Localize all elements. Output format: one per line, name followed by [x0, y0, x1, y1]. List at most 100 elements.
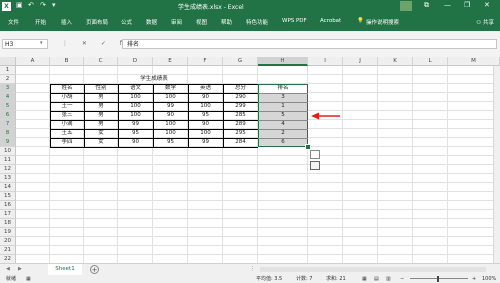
row-header-20[interactable]: 20 [0, 237, 16, 246]
row-header-1[interactable]: 1 [0, 66, 16, 75]
table-cell[interactable]: 100 [153, 120, 188, 129]
table-cell[interactable]: 284 [223, 138, 258, 147]
tab-help[interactable]: 帮助 [221, 18, 232, 26]
table-cell[interactable]: 100 [188, 102, 223, 111]
customize-icon[interactable]: ▾ [52, 1, 56, 9]
row-header-15[interactable]: 15 [0, 192, 16, 201]
next-sheet-icon[interactable]: ▶ [18, 266, 22, 272]
page-layout-view-icon[interactable]: ▤ [374, 275, 379, 283]
table-cell[interactable]: 95 [118, 129, 153, 138]
row-header-21[interactable]: 21 [0, 246, 16, 255]
table-cell[interactable]: 男 [84, 111, 118, 120]
table-cell[interactable]: 99 [118, 120, 153, 129]
column-header-k[interactable]: K [378, 57, 413, 66]
tab-file[interactable]: 文件 [8, 18, 19, 26]
table-cell[interactable]: 290 [223, 93, 258, 102]
row-header-11[interactable]: 11 [0, 156, 16, 165]
header-cell[interactable]: 语文 [118, 84, 153, 93]
table-cell[interactable]: 90 [188, 120, 223, 129]
table-cell[interactable]: 90 [188, 93, 223, 102]
tab-home[interactable]: 开始 [35, 18, 46, 26]
row-header-10[interactable]: 10 [0, 147, 16, 156]
column-header-m[interactable]: M [448, 57, 500, 66]
table-cell[interactable]: 王一 [50, 102, 84, 111]
row-header-6[interactable]: 6 [0, 111, 16, 120]
select-all-corner[interactable] [0, 57, 16, 66]
zoom-slider-thumb[interactable] [437, 276, 439, 282]
row-header-2[interactable]: 2 [0, 75, 16, 84]
table-cell[interactable]: 99 [153, 102, 188, 111]
column-header-l[interactable]: L [413, 57, 448, 66]
table-cell[interactable]: 100 [153, 129, 188, 138]
table-cell[interactable]: 100 [118, 102, 153, 111]
row-header-22[interactable]: 22 [0, 255, 16, 263]
row-header-18[interactable]: 18 [0, 219, 16, 228]
horizontal-scrollbar[interactable] [260, 267, 486, 272]
redo-icon[interactable]: ↷ [40, 1, 46, 9]
column-header-f[interactable]: F [188, 57, 223, 66]
table-cell[interactable]: 90 [118, 138, 153, 147]
table-cell[interactable]: 95 [153, 138, 188, 147]
header-cell[interactable]: 英语 [188, 84, 223, 93]
row-header-4[interactable]: 4 [0, 93, 16, 102]
share-button[interactable]: ⚇ 共享 [476, 18, 494, 26]
zoom-out-icon[interactable]: − [400, 275, 404, 283]
table-cell[interactable]: 295 [223, 129, 258, 138]
name-box-dropdown-icon[interactable]: ▾ [40, 40, 43, 46]
table-cell[interactable]: 女 [84, 138, 118, 147]
normal-view-icon[interactable]: ▦ [362, 275, 367, 283]
zoom-slider[interactable] [410, 278, 468, 279]
column-header-c[interactable]: C [84, 57, 118, 66]
close-icon[interactable]: ✕ [484, 1, 490, 9]
row-header-16[interactable]: 16 [0, 201, 16, 210]
row-header-17[interactable]: 17 [0, 210, 16, 219]
row-header-7[interactable]: 7 [0, 120, 16, 129]
table-cell[interactable]: 100 [118, 93, 153, 102]
column-header-e[interactable]: E [153, 57, 188, 66]
header-cell[interactable]: 数学 [153, 84, 188, 93]
tab-data[interactable]: 数据 [146, 18, 157, 26]
prev-sheet-icon[interactable]: ◀ [6, 266, 10, 272]
ribbon-display-icon[interactable]: ⧉ [424, 1, 429, 10]
tab-review[interactable]: 审阅 [171, 18, 182, 26]
tab-features[interactable]: 特色功能 [246, 18, 268, 26]
minimize-icon[interactable]: — [444, 1, 451, 9]
table-cell[interactable]: 95 [188, 111, 223, 120]
column-header-d[interactable]: D [118, 57, 153, 66]
undo-icon[interactable]: ↶ [28, 1, 34, 9]
table-cell[interactable]: 289 [223, 120, 258, 129]
column-header-i[interactable]: I [308, 57, 343, 66]
header-cell[interactable]: 性别 [84, 84, 118, 93]
row-header-5[interactable]: 5 [0, 102, 16, 111]
tell-me-search[interactable]: 操作说明搜索 [366, 18, 399, 26]
table-cell[interactable]: 100 [118, 111, 153, 120]
tab-insert[interactable]: 插入 [61, 18, 72, 26]
header-cell[interactable]: 总分 [223, 84, 258, 93]
tab-wps-pdf[interactable]: WPS PDF [282, 18, 307, 24]
table-cell[interactable]: 299 [223, 102, 258, 111]
table-cell[interactable]: 王五 [50, 129, 84, 138]
table-cell[interactable]: 小胡 [50, 93, 84, 102]
table-cell[interactable]: 99 [188, 138, 223, 147]
restore-icon[interactable]: ❐ [464, 1, 470, 9]
column-header-a[interactable]: A [16, 57, 50, 66]
table-cell[interactable]: 李四 [50, 138, 84, 147]
tab-split-handle-icon[interactable]: ⋮ [250, 266, 255, 272]
page-break-view-icon[interactable]: ▥ [386, 275, 391, 283]
row-header-13[interactable]: 13 [0, 174, 16, 183]
column-header-j[interactable]: J [343, 57, 378, 66]
column-header-g[interactable]: G [223, 57, 258, 66]
table-cell[interactable]: 张三 [50, 111, 84, 120]
table-cell[interactable]: 女 [84, 129, 118, 138]
zoom-level[interactable]: 100% [482, 275, 496, 283]
table-cell[interactable]: 90 [153, 111, 188, 120]
add-sheet-button[interactable]: + [90, 265, 99, 274]
tab-view[interactable]: 视图 [196, 18, 207, 26]
table-cell[interactable]: 男 [84, 120, 118, 129]
save-icon[interactable]: ▣ [16, 1, 23, 9]
column-header-b[interactable]: B [50, 57, 84, 66]
macro-record-icon[interactable]: ▦ [26, 275, 31, 283]
tab-page-layout[interactable]: 页面布局 [86, 18, 108, 26]
avatar[interactable] [400, 1, 412, 11]
table-cell[interactable]: 285 [223, 111, 258, 120]
